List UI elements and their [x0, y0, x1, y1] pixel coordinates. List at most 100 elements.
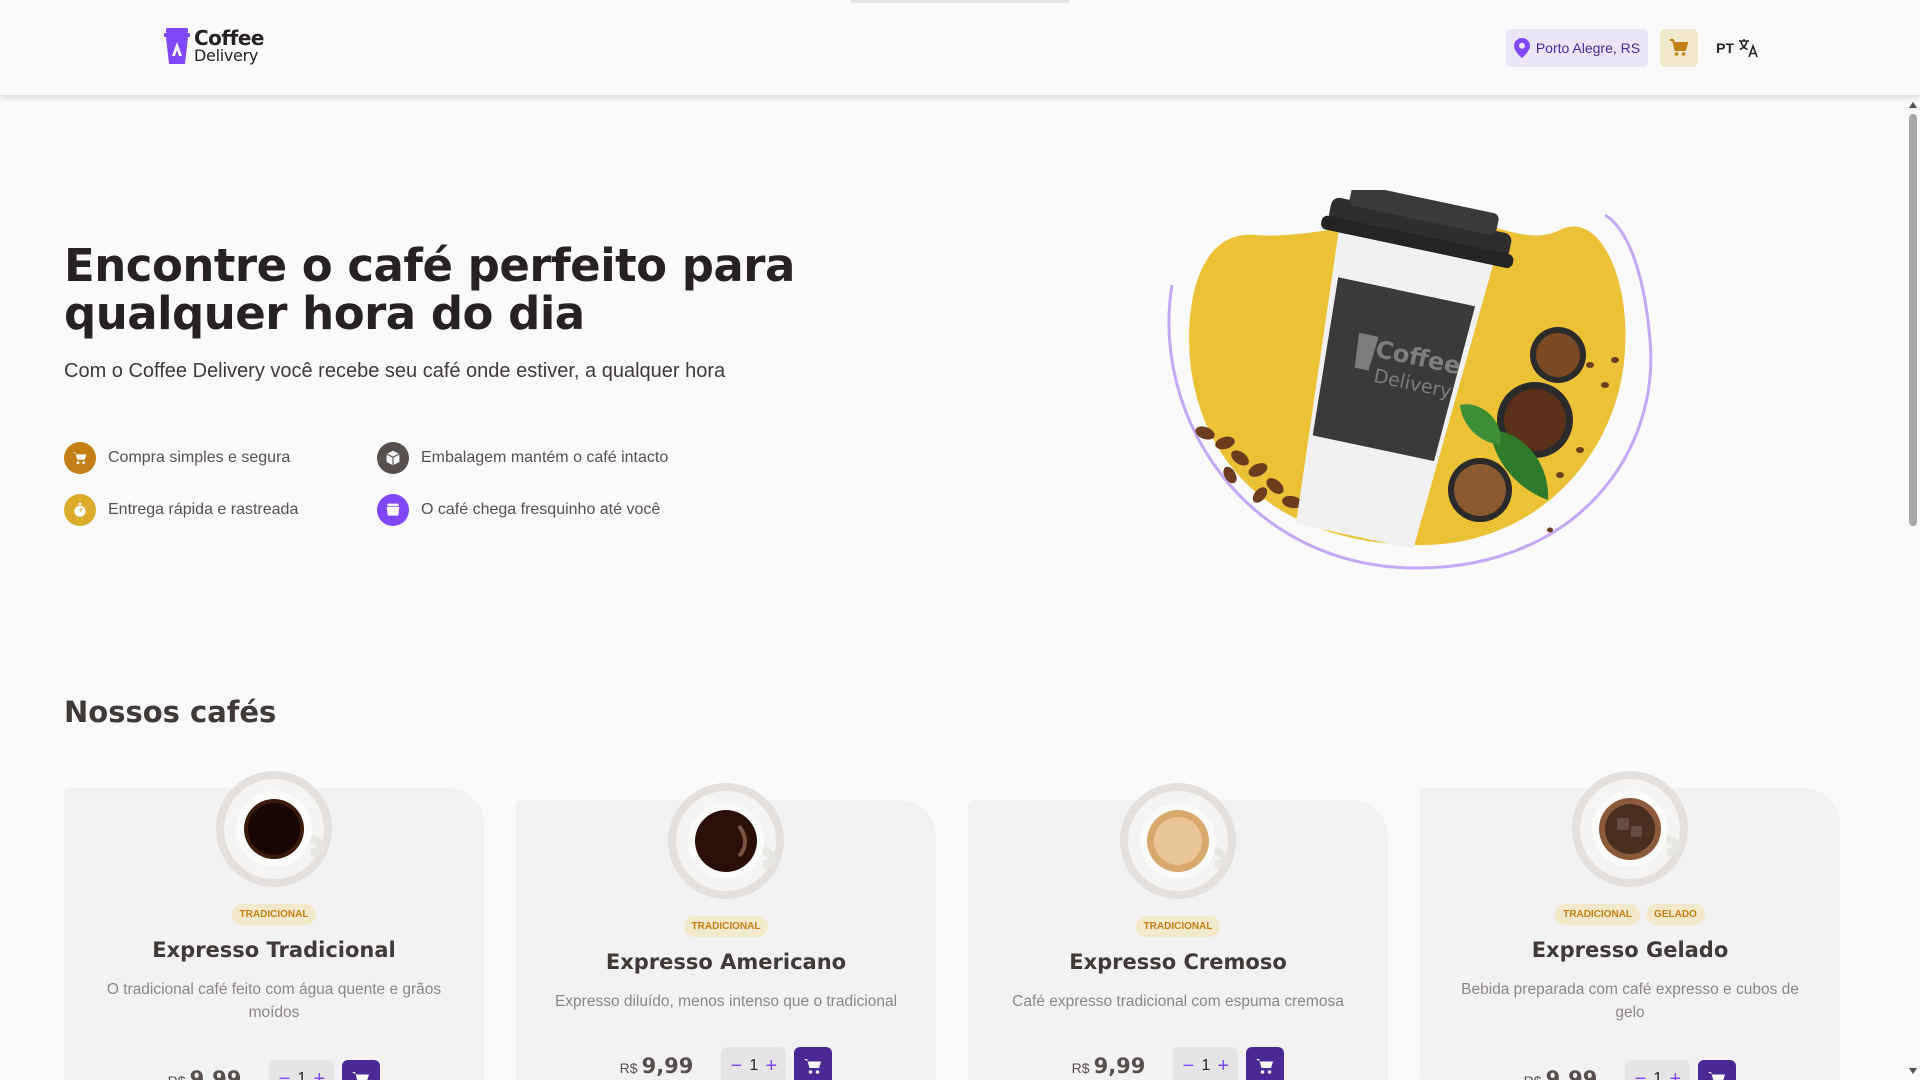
coffee-description: Bebida preparada com café expresso e cub…	[1461, 981, 1799, 1022]
coffee-cup-image	[668, 783, 784, 899]
coffee-tag: TRADICIONAL	[1555, 904, 1641, 925]
coffee-tag: TRADICIONAL	[683, 916, 769, 937]
coffee-card: TRADICIONAL GELADO Expresso Gelado Bebid…	[1420, 771, 1840, 1080]
shopping-cart-icon	[1708, 1072, 1726, 1080]
logo-line2: Delivery	[194, 45, 259, 65]
feature-list: Compra simples e segura Embalagem mantém…	[64, 442, 697, 526]
scroll-thumb[interactable]	[1909, 114, 1917, 526]
quantity-stepper: − 1 +	[269, 1060, 335, 1080]
page-scrollbar[interactable]	[1906, 96, 1920, 1080]
feature-item: O café chega fresquinho até você	[377, 494, 697, 526]
header-actions: Porto Alegre, RS PT	[1505, 29, 1760, 67]
increase-quantity-button[interactable]: +	[1216, 1055, 1230, 1078]
add-to-cart-button[interactable]	[342, 1060, 381, 1080]
coffee-cup-image	[1120, 783, 1236, 899]
top-tab-indicator	[850, 0, 1070, 3]
coffee-description: O tradicional café feito com água quente…	[106, 981, 442, 1022]
coffee-card: TRADICIONAL Expresso Tradicional O tradi…	[64, 771, 484, 1080]
currency: R$	[168, 1073, 186, 1080]
coffee-cup-logo-icon	[164, 28, 190, 64]
location-label: Porto Alegre, RS	[1535, 40, 1641, 56]
purchase-controls: − 1 +	[1173, 1047, 1285, 1080]
price: R$ 9,99	[1072, 1054, 1146, 1078]
decrease-quantity-button[interactable]: −	[1181, 1055, 1195, 1078]
increase-quantity-button[interactable]: +	[312, 1068, 326, 1080]
tag-list: TRADICIONAL	[64, 904, 484, 925]
tag-list: TRADICIONAL	[516, 916, 936, 937]
shopping-cart-icon	[804, 1059, 822, 1074]
price: R$ 9,99	[620, 1054, 694, 1078]
scroll-up-arrow-icon[interactable]	[1909, 102, 1917, 108]
location-button[interactable]: Porto Alegre, RS	[1505, 29, 1649, 67]
feature-label: Compra simples e segura	[108, 449, 291, 466]
map-pin-icon	[1513, 38, 1530, 58]
hero-coffee-illustration: Coffee Delivery	[1167, 190, 1653, 570]
add-to-cart-button[interactable]	[1246, 1047, 1285, 1080]
buy-row: R$ 9,99 − 1 +	[64, 1060, 484, 1080]
cart-icon	[64, 442, 96, 474]
hero-title: Encontre o café perfeito para qualquer h…	[64, 239, 795, 341]
price-value: 9,99	[189, 1067, 242, 1080]
price-value: 9,99	[641, 1054, 694, 1078]
cart-button[interactable]	[1660, 29, 1699, 67]
coffee-icon	[377, 494, 409, 526]
catalog-title: Nossos cafés	[64, 695, 277, 729]
buy-row: R$ 9,99 − 1 +	[1420, 1060, 1840, 1080]
purchase-controls: − 1 +	[269, 1060, 381, 1080]
feature-item: Compra simples e segura	[64, 442, 377, 474]
tag-list: TRADICIONAL	[968, 916, 1388, 937]
quantity-stepper: − 1 +	[721, 1047, 787, 1080]
price-value: 9,99	[1093, 1054, 1146, 1078]
price: R$ 9,99	[1524, 1067, 1598, 1080]
coffee-description: Café expresso tradicional com espuma cre…	[1012, 993, 1344, 1010]
add-to-cart-button[interactable]	[794, 1047, 833, 1080]
coffee-cup-image	[216, 771, 332, 887]
feature-label: Entrega rápida e rastreada	[108, 501, 299, 518]
feature-item: Entrega rápida e rastreada	[64, 494, 377, 526]
purchase-controls: − 1 +	[1625, 1060, 1737, 1080]
scroll-down-arrow-icon[interactable]	[1909, 1068, 1917, 1074]
coffee-name: Expresso Americano	[605, 950, 847, 974]
shopping-cart-icon	[1256, 1059, 1274, 1074]
shopping-cart-icon	[1670, 39, 1689, 56]
increase-quantity-button[interactable]: +	[1668, 1068, 1682, 1080]
shopping-cart-icon	[352, 1072, 370, 1080]
coffee-card: TRADICIONAL Expresso Cremoso Café expres…	[968, 783, 1388, 1080]
coffee-cup-image	[1572, 771, 1688, 887]
decrease-quantity-button[interactable]: −	[277, 1068, 291, 1080]
currency: R$	[619, 1060, 638, 1076]
coffee-tag: TRADICIONAL	[1135, 916, 1221, 937]
purchase-controls: − 1 +	[721, 1047, 833, 1080]
coffee-name: Expresso Cremoso	[1069, 950, 1287, 974]
quantity-value: 1	[749, 1057, 759, 1074]
coffee-name: Expresso Gelado	[1531, 938, 1729, 962]
coffee-description: Expresso diluído, menos intenso que o tr…	[554, 993, 898, 1010]
quantity-value: 1	[1201, 1057, 1211, 1074]
coffee-name: Expresso Tradicional	[152, 938, 396, 962]
currency: R$	[1524, 1073, 1542, 1080]
decrease-quantity-button[interactable]: −	[1633, 1068, 1647, 1080]
quantity-value: 1	[297, 1070, 307, 1080]
buy-row: R$ 9,99 − 1 +	[516, 1047, 936, 1080]
package-icon	[377, 442, 409, 474]
buy-row: R$ 9,99 − 1 +	[968, 1047, 1388, 1080]
quantity-stepper: − 1 +	[1173, 1047, 1239, 1080]
logo[interactable]: Coffee Delivery	[164, 26, 264, 66]
timer-icon	[64, 494, 96, 526]
feature-label: O café chega fresquinho até você	[421, 501, 661, 518]
price: R$ 9,99	[168, 1067, 242, 1080]
quantity-value: 1	[1653, 1070, 1663, 1080]
coffee-tag: TRADICIONAL	[231, 904, 317, 925]
quantity-stepper: − 1 +	[1625, 1060, 1691, 1080]
feature-item: Embalagem mantém o café intacto	[377, 442, 697, 474]
hero-subtitle: Com o Coffee Delivery você recebe seu ca…	[64, 360, 726, 382]
coffee-tag: GELADO	[1646, 904, 1705, 925]
coffee-card: TRADICIONAL Expresso Americano Expresso …	[516, 783, 936, 1080]
tag-list: TRADICIONAL GELADO	[1420, 904, 1840, 925]
increase-quantity-button[interactable]: +	[764, 1055, 778, 1078]
add-to-cart-button[interactable]	[1698, 1060, 1737, 1080]
language-switcher[interactable]: PT	[1710, 38, 1760, 58]
feature-label: Embalagem mantém o café intacto	[421, 449, 669, 466]
decrease-quantity-button[interactable]: −	[729, 1055, 743, 1078]
translate-icon	[1739, 39, 1758, 58]
